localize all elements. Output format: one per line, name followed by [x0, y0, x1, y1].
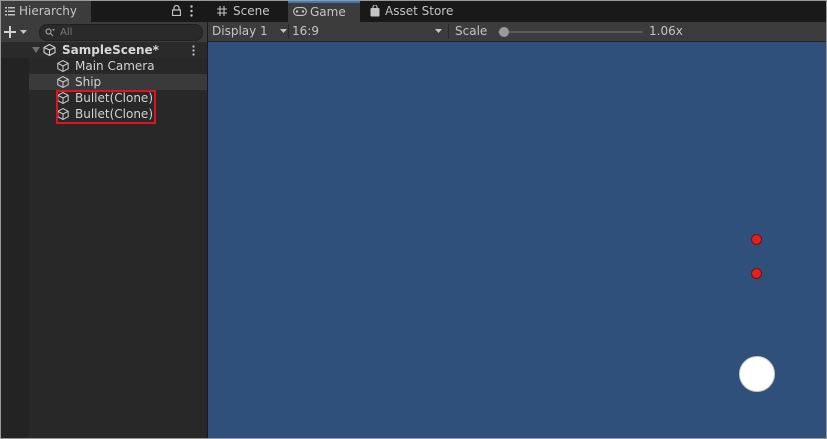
add-button[interactable]: [4, 24, 30, 40]
scene-name: SampleScene*: [62, 43, 159, 57]
chevron-down-icon: [435, 29, 442, 33]
display-dropdown-value: Display 1: [212, 24, 268, 38]
chevron-down-icon: [280, 29, 287, 33]
view-tabbar: Scene Game Asset Store: [208, 1, 826, 22]
list-icon: [5, 7, 15, 16]
unity-scene-icon: [43, 44, 56, 56]
toolbar-divider: [288, 24, 289, 39]
expand-arrow-icon[interactable]: [32, 47, 40, 53]
list-item[interactable]: Ship: [29, 74, 207, 90]
tab-asset-store-label: Asset Store: [385, 4, 454, 18]
hierarchy-gutter: [1, 42, 29, 438]
display-dropdown[interactable]: Display 1: [212, 22, 288, 41]
bullet-sprite: [751, 268, 762, 279]
game-viewport[interactable]: [208, 42, 826, 438]
tab-scene-label: Scene: [233, 4, 270, 18]
hierarchy-toolbar: All: [1, 22, 207, 43]
lock-icon[interactable]: [172, 5, 181, 16]
scale-slider-handle[interactable]: [499, 27, 509, 37]
tab-game[interactable]: Game: [288, 1, 360, 22]
plus-icon: [4, 26, 16, 38]
scale-value: 1.06x: [649, 24, 683, 38]
list-item[interactable]: Main Camera: [29, 58, 207, 74]
scale-label: Scale: [455, 24, 488, 38]
search-icon: [45, 28, 55, 37]
search-input[interactable]: All: [39, 24, 203, 41]
aspect-dropdown[interactable]: 16:9: [292, 22, 444, 41]
unity-editor-window: Hierarchy All SampleScene* Main Camera S…: [0, 0, 827, 439]
bag-icon: [370, 5, 380, 17]
selection-highlight-box: [56, 90, 156, 124]
gamepad-icon: [293, 7, 307, 16]
aspect-dropdown-value: 16:9: [292, 24, 319, 38]
game-panel: Scene Game Asset Store Display 1 16:9 Sc…: [208, 1, 826, 438]
list-item-label: Ship: [75, 75, 102, 89]
dropdown-arrow-icon: [20, 30, 27, 34]
toolbar-divider: [448, 24, 449, 39]
bullet-sprite: [751, 234, 762, 245]
hierarchy-tabbar: Hierarchy: [1, 1, 207, 22]
list-item-label: Main Camera: [75, 59, 155, 73]
tab-game-label: Game: [310, 5, 346, 19]
grid-icon: [217, 6, 227, 16]
hierarchy-panel: Hierarchy All SampleScene* Main Camera S…: [1, 1, 208, 438]
tab-hierarchy-label: Hierarchy: [19, 4, 78, 18]
gameobject-cube-icon: [57, 60, 69, 72]
scene-row[interactable]: SampleScene*: [1, 42, 207, 58]
game-toolbar: Display 1 16:9 Scale 1.06x: [208, 22, 826, 42]
gameobject-cube-icon: [57, 76, 69, 88]
scale-slider-track[interactable]: [498, 31, 643, 33]
more-options-icon[interactable]: [190, 5, 193, 17]
tab-scene[interactable]: Scene: [210, 1, 286, 22]
scene-options-icon[interactable]: [192, 45, 195, 56]
tab-hierarchy[interactable]: Hierarchy: [1, 1, 91, 22]
ship-sprite: [739, 356, 775, 392]
tab-asset-store[interactable]: Asset Store: [363, 1, 463, 22]
search-placeholder: All: [60, 27, 73, 38]
